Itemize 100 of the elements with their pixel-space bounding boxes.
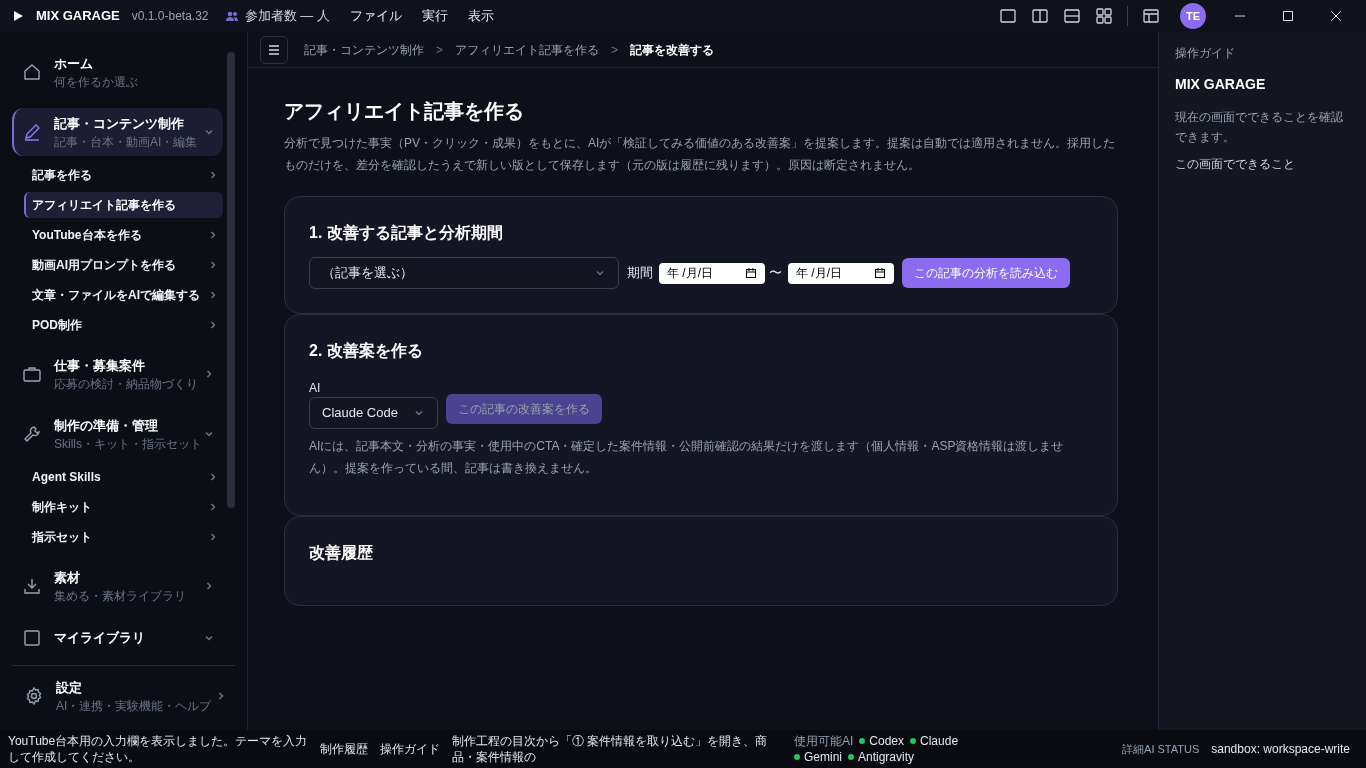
maximize-icon[interactable] bbox=[1282, 10, 1294, 22]
nav-item-label: 文章・ファイルをAIで編集する bbox=[32, 287, 201, 304]
section-title: 仕事・募集案件 bbox=[54, 357, 146, 375]
breadcrumb-link[interactable]: アフィリエイト記事を作る bbox=[455, 40, 599, 59]
nav-section[interactable]: 制作の準備・管理 Skills・キット・指示セット bbox=[12, 410, 223, 458]
settings-item[interactable]: 設定 AI・連携・実験機能・ヘルプ bbox=[0, 666, 247, 726]
grid-icon[interactable] bbox=[1095, 7, 1113, 25]
section-subtitle: AI・連携・実験機能・ヘルプ bbox=[56, 698, 213, 714]
scrollbar-thumb[interactable] bbox=[227, 52, 235, 508]
panel-label: 操作ガイド bbox=[1175, 45, 1236, 62]
nav-item[interactable]: YouTube台本を作る bbox=[24, 222, 223, 248]
ai-name: Gemini bbox=[804, 749, 842, 765]
status-link[interactable]: 操作ガイド bbox=[380, 740, 440, 758]
section-title: マイライブラリ bbox=[54, 629, 146, 647]
breadcrumb-separator: > bbox=[611, 41, 619, 59]
download-icon bbox=[22, 576, 42, 596]
section-subtitle: 記事・台本・動画AI・編集 bbox=[54, 134, 199, 150]
briefcase-icon bbox=[22, 364, 42, 384]
breadcrumb-link[interactable]: 記事を改善する bbox=[630, 40, 715, 59]
panel-title: MIX GARAGE bbox=[1175, 75, 1267, 94]
ai-status-link[interactable]: 詳細AI STATUS bbox=[1122, 740, 1200, 758]
section-subtitle: Skills・キット・指示セット bbox=[54, 436, 203, 452]
square-icon bbox=[22, 628, 42, 648]
two-rows-icon[interactable] bbox=[1063, 7, 1081, 25]
menu-icon bbox=[267, 42, 281, 57]
section-title: ホーム bbox=[54, 55, 94, 73]
panel-layout-icon[interactable] bbox=[1142, 7, 1160, 25]
section-subtitle: 集める・素材ライブラリ bbox=[54, 588, 187, 604]
note-text: AIには、記事本文・分析の事実・使用中のCTA・確定した案件情報・公開前確認の結果だけを渡します（個人情報・ASP資格情報は渡しません）。提案を作っている間、記事は書き換えません。 bbox=[309, 438, 1065, 477]
pencil-icon bbox=[22, 122, 42, 142]
settings-icon bbox=[24, 686, 44, 706]
two-columns-icon[interactable] bbox=[1031, 7, 1049, 25]
participants-label: 参加者数 — 人 bbox=[244, 7, 330, 26]
nav-item[interactable]: 記事を作る bbox=[24, 162, 223, 188]
card-title: 改善履歴 bbox=[309, 543, 374, 563]
menu-button[interactable] bbox=[260, 35, 288, 64]
nav-item[interactable]: アフィリエイト記事を作る bbox=[24, 192, 223, 218]
nav-section[interactable]: マイライブラリ bbox=[12, 622, 223, 654]
section-title: 設定 bbox=[56, 679, 83, 697]
ai-name: Codex bbox=[869, 733, 905, 749]
app-name: MIX GARAGE bbox=[36, 7, 120, 26]
nav-item[interactable]: POD制作 bbox=[24, 312, 223, 338]
card-title: 1. 改善する記事と分析期間 bbox=[309, 223, 504, 243]
nav-section[interactable]: 素材 集める・素材ライブラリ bbox=[12, 562, 223, 610]
nav-item-label: 動画AI用プロンプトを作る bbox=[32, 257, 177, 274]
nav-item-label: アフィリエイト記事を作る bbox=[32, 197, 177, 214]
nav-item-label: Agent Skills bbox=[32, 469, 102, 486]
wrench-icon bbox=[22, 424, 42, 444]
load-analysis-button[interactable]: この記事の分析を読み込む bbox=[902, 258, 1070, 288]
nav-item[interactable]: Agent Skills bbox=[24, 464, 223, 490]
status-link[interactable]: 制作履歴 bbox=[320, 740, 368, 758]
calendar-icon[interactable] bbox=[874, 267, 886, 279]
people-icon bbox=[224, 9, 239, 23]
menu-item[interactable]: ファイル bbox=[349, 6, 402, 26]
section-title: 制作の準備・管理 bbox=[54, 417, 159, 435]
single-pane-icon[interactable] bbox=[999, 7, 1017, 25]
version-label: v0.1.0-beta.32 bbox=[131, 8, 209, 25]
article-select[interactable]: （記事を選ぶ） bbox=[309, 257, 619, 289]
home-icon bbox=[22, 62, 42, 82]
nav-item-label: YouTube台本を作る bbox=[32, 227, 143, 244]
calendar-icon[interactable] bbox=[745, 267, 757, 279]
ai-name: Claude bbox=[920, 733, 959, 749]
nav-item-label: 記事を作る bbox=[32, 167, 93, 184]
close-icon[interactable] bbox=[1330, 10, 1342, 22]
panel-text: 現在の画面でできることを確認できます。 bbox=[1175, 109, 1344, 146]
nav-item-label: POD制作 bbox=[32, 317, 83, 334]
breadcrumb-separator: > bbox=[436, 41, 443, 59]
page-title: アフィリエイト記事を作る bbox=[284, 99, 525, 124]
ai-select[interactable]: Claude Code bbox=[309, 397, 438, 429]
nav-item[interactable]: 指示セット bbox=[24, 524, 223, 550]
nav-section[interactable]: 仕事・募集案件 応募の検討・納品物づくり bbox=[12, 350, 223, 398]
section-subtitle: 何を作るか選ぶ bbox=[54, 74, 139, 90]
section-title: 素材 bbox=[54, 569, 81, 587]
ai-label: AI bbox=[309, 380, 322, 397]
page-description: 分析で見つけた事実（PV・クリック・成果）をもとに、AIが「検証してみる価値のある改善案」を提案します。提案は自動では適用されません。採用したものだけを、差分を確認したうえで新しい版として保存します（元の版は履歴に残ります）。原因は断定されません。 bbox=[284, 135, 1117, 174]
status-hint: 制作工程の目次から「① 案件情報を取り込む」を開き、商品・案件情報の bbox=[452, 733, 769, 765]
nav-item[interactable]: 文章・ファイルをAIで編集する bbox=[24, 282, 223, 308]
nav-item-label: 制作キット bbox=[32, 499, 93, 516]
menu-item[interactable]: 表示 bbox=[467, 6, 494, 26]
nav-item[interactable]: 制作キット bbox=[24, 494, 223, 520]
range-separator: 〜 bbox=[769, 264, 782, 283]
period-label: 期間 bbox=[627, 264, 653, 283]
ai-name: Antigravity bbox=[858, 749, 915, 765]
sandbox-label: sandbox: workspace-write bbox=[1211, 741, 1350, 758]
menu-item[interactable]: 実行 bbox=[421, 6, 448, 26]
user-avatar[interactable]: TE bbox=[1180, 3, 1206, 29]
section-title: 記事・コンテンツ制作 bbox=[54, 115, 185, 133]
breadcrumb-link[interactable]: 記事・コンテンツ制作 bbox=[304, 40, 424, 59]
nav-item-label: 指示セット bbox=[32, 529, 93, 546]
play-icon[interactable] bbox=[12, 10, 24, 22]
card-title: 2. 改善案を作る bbox=[309, 341, 424, 361]
nav-section[interactable]: 記事・コンテンツ制作 記事・台本・動画AI・編集 bbox=[12, 108, 223, 156]
status-message: YouTube台本用の入力欄を表示しました。テーマを入力して作成してください。 bbox=[8, 733, 308, 765]
nav-item[interactable]: 動画AI用プロンプトを作る bbox=[24, 252, 223, 278]
nav-section[interactable]: ホーム 何を作るか選ぶ bbox=[12, 48, 223, 96]
section-subtitle: 応募の検討・納品物づくり bbox=[54, 376, 199, 392]
ai-status-label: 使用可能AI bbox=[794, 733, 854, 749]
date-field[interactable]: 年 /月/日 bbox=[788, 262, 894, 284]
date-field[interactable]: 年 /月/日 bbox=[659, 262, 765, 284]
guide-link[interactable]: この画面でできること bbox=[1175, 155, 1350, 173]
